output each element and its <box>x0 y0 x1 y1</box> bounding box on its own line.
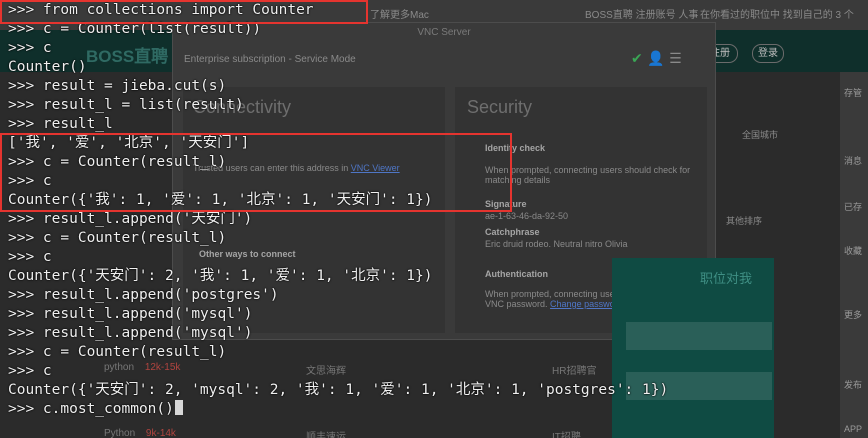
terminal-input-text: >>> c.most_common() <box>8 401 174 417</box>
terminal-line: >>> c <box>8 40 52 56</box>
terminal-line: >>> result_l.append('mysql') <box>8 325 253 341</box>
terminal-line: Counter({'天安门': 2, '我': 1, '爱': 1, '北京':… <box>8 268 433 284</box>
text-cursor <box>174 400 183 415</box>
terminal-line: >>> from collections import Counter <box>8 2 314 18</box>
terminal-line: Counter({'我': 1, '爱': 1, '北京': 1, '天安门':… <box>8 192 433 208</box>
terminal-line: >>> result_l <box>8 116 113 132</box>
python-terminal[interactable]: >>> from collections import Counter >>> … <box>0 0 868 438</box>
terminal-line: ['我', '爱', '北京', '天安门'] <box>8 135 250 151</box>
terminal-line: >>> result_l.append('天安门') <box>8 211 253 227</box>
terminal-line: >>> result_l = list(result) <box>8 97 244 113</box>
terminal-prompt-line[interactable]: >>> c.most_common() <box>8 400 183 419</box>
terminal-line: >>> c = Counter(result_l) <box>8 344 227 360</box>
terminal-line: >>> c <box>8 173 52 189</box>
terminal-line: >>> result = jieba.cut(s) <box>8 78 227 94</box>
terminal-line: >>> result_l.append('postgres') <box>8 287 279 303</box>
terminal-line: >>> c <box>8 249 52 265</box>
terminal-line: Counter() <box>8 59 87 75</box>
terminal-line: Counter({'天安门': 2, 'mysql': 2, '我': 1, '… <box>8 382 669 398</box>
terminal-line: >>> c <box>8 363 52 379</box>
terminal-line: >>> result_l.append('mysql') <box>8 306 253 322</box>
terminal-line: >>> c = Counter(list(result)) <box>8 21 262 37</box>
terminal-line: >>> c = Counter(result_l) <box>8 230 227 246</box>
terminal-line: >>> c = Counter(result_l) <box>8 154 227 170</box>
